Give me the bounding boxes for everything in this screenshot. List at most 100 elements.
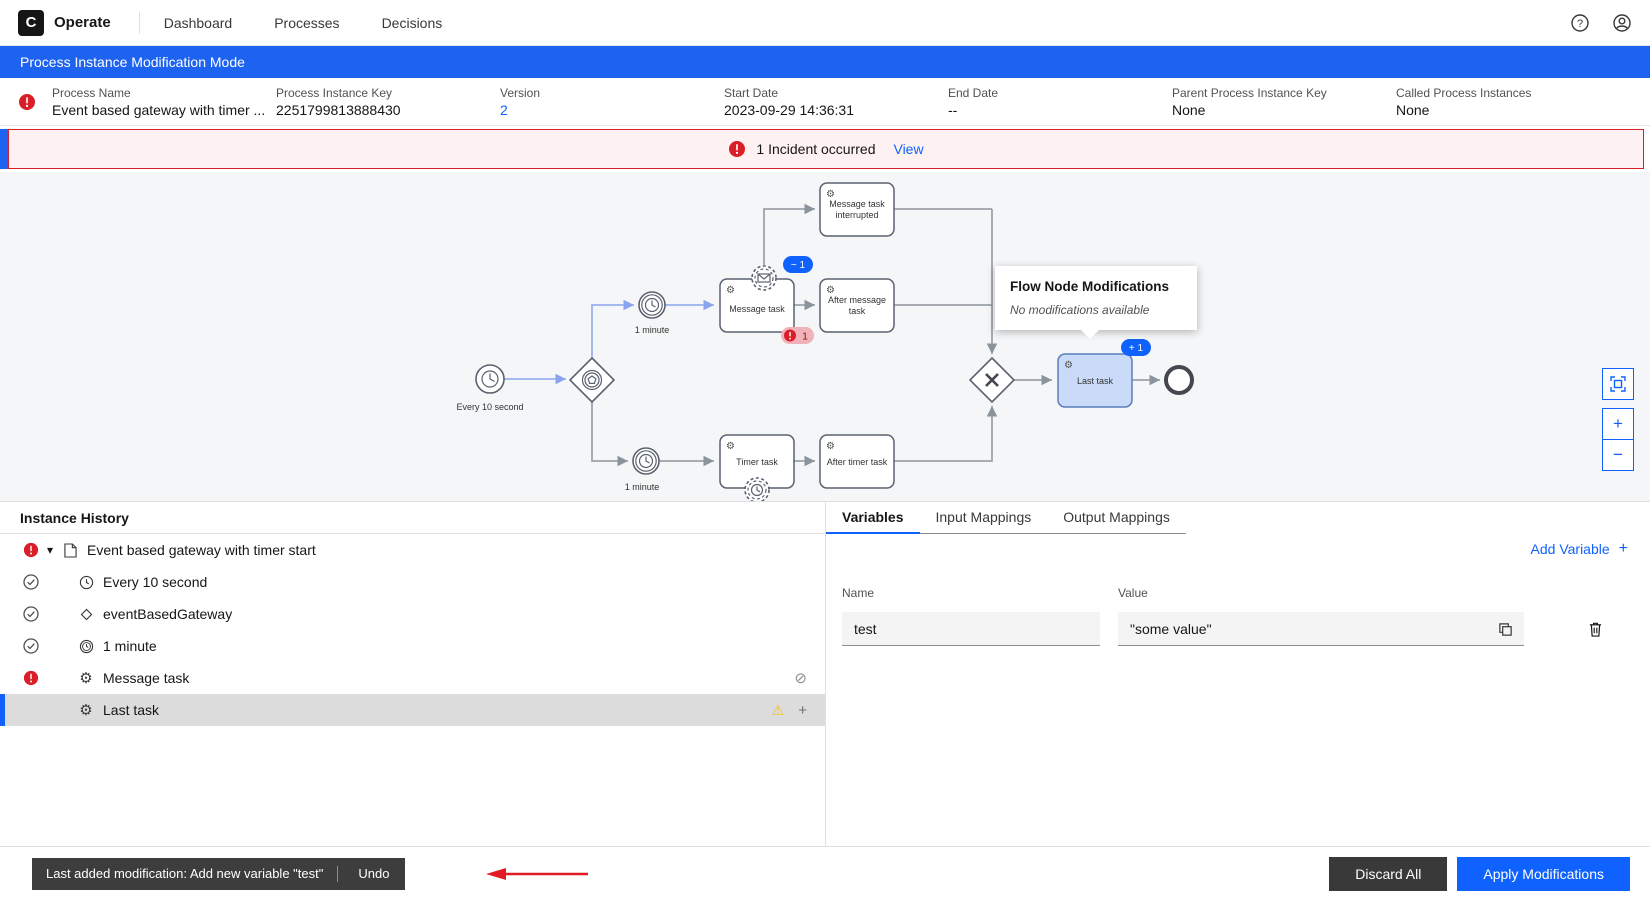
tooltip-message: No modifications available <box>1010 303 1182 317</box>
top-navbar: C Operate Dashboard Processes Decisions … <box>0 0 1650 46</box>
history-row-last-task[interactable]: ⚙ Last task ⚠ + <box>0 694 825 726</box>
history-row-event-based-gateway[interactable]: eventBasedGateway <box>0 598 825 630</box>
details-tabs: Variables Input Mappings Output Mappings <box>826 502 1650 534</box>
end-event[interactable] <box>1166 367 1192 393</box>
timer-event-icon <box>76 639 96 654</box>
details-panel: Variables Input Mappings Output Mappings… <box>826 502 1650 846</box>
reset-diagram-button[interactable] <box>1602 368 1634 400</box>
task-after-timer-task[interactable]: ⚙ After timer task <box>820 435 894 488</box>
help-icon[interactable]: ? <box>1570 13 1590 33</box>
svg-text:+ 1: + 1 <box>1129 343 1144 354</box>
footer-actions: Discard All Apply Modifications <box>1329 857 1630 891</box>
variable-value-cell <box>1118 612 1524 646</box>
add-modification-icon[interactable]: + <box>798 702 807 719</box>
variables-table: Name Value <box>842 586 1634 646</box>
undo-button[interactable]: Undo <box>342 858 405 890</box>
field-value: 2023-09-29 14:36:31 <box>724 102 948 118</box>
service-task-icon: ⚙ <box>726 285 735 296</box>
plus-icon: + <box>1619 540 1628 558</box>
history-row-process[interactable]: ▾ Event based gateway with timer start <box>0 534 825 566</box>
incident-banner-row: 1 Incident occurred View <box>0 126 1650 172</box>
service-task-icon: ⚙ <box>76 701 96 719</box>
user-icon[interactable] <box>1612 13 1632 33</box>
incident-icon <box>728 140 746 158</box>
event-based-gateway[interactable] <box>570 358 614 402</box>
timer-top-label: 1 minute <box>635 325 670 335</box>
variable-value-input[interactable] <box>1118 612 1524 646</box>
chevron-down-icon[interactable]: ▾ <box>40 543 60 557</box>
tab-variables[interactable]: Variables <box>826 502 920 534</box>
incident-text: 1 Incident occurred <box>756 141 875 157</box>
row-actions: ⚠ + <box>772 702 807 719</box>
service-task-icon: ⚙ <box>76 669 96 687</box>
operate-app: C Operate Dashboard Processes Decisions … <box>0 0 1650 900</box>
field-value: 2251799813888430 <box>276 102 500 118</box>
svg-text:− 1: − 1 <box>791 260 806 271</box>
version-link[interactable]: 2 <box>500 102 724 118</box>
nav-item-dashboard[interactable]: Dashboard <box>164 15 233 31</box>
modification-toast: Last added modification: Add new variabl… <box>32 858 405 890</box>
timer-event-bottom[interactable] <box>633 448 659 474</box>
bpmn-diagram: Every 10 second 1 minute ⚙ Message tas <box>0 172 1650 502</box>
field-label: Parent Process Instance Key <box>1172 86 1396 100</box>
history-row-message-task[interactable]: ⚙ Message task ⊘ <box>0 662 825 694</box>
message-boundary-event[interactable] <box>752 266 776 290</box>
flow-node-modifications-tooltip: Flow Node Modifications No modifications… <box>995 266 1197 330</box>
reset-diagram-icon <box>1609 375 1627 393</box>
svg-text:?: ? <box>1577 18 1583 30</box>
after-timer-task-label: After timer task <box>827 457 888 467</box>
diagram-controls: + − <box>1602 368 1634 471</box>
task-after-message-task[interactable]: ⚙ After message task <box>820 279 894 332</box>
nav-item-decisions[interactable]: Decisions <box>382 15 443 31</box>
start-event-timer[interactable] <box>476 365 504 393</box>
message-task-interrupted-label-2: interrupted <box>835 210 878 220</box>
task-last-task[interactable]: ⚙ Last task <box>1058 354 1132 407</box>
nav-right: ? <box>1570 13 1632 33</box>
timer-event-top[interactable] <box>639 292 665 318</box>
history-row-every-10-second[interactable]: Every 10 second <box>0 566 825 598</box>
nav-divider <box>139 12 140 34</box>
field-called-process-instances: Called Process Instances None <box>1396 86 1620 118</box>
bpmn-diagram-panel: Every 10 second 1 minute ⚙ Message tas <box>0 172 1650 502</box>
timer-boundary-event[interactable] <box>745 478 769 502</box>
field-label: Start Date <box>724 86 948 100</box>
nav-item-processes[interactable]: Processes <box>274 15 339 31</box>
history-row-1-minute[interactable]: 1 minute <box>0 630 825 662</box>
apply-modifications-button[interactable]: Apply Modifications <box>1457 857 1630 891</box>
field-parent-process-instance-key: Parent Process Instance Key None <box>1172 86 1396 118</box>
field-value: None <box>1172 102 1396 118</box>
discard-all-button[interactable]: Discard All <box>1329 857 1447 891</box>
incident-view-link[interactable]: View <box>893 141 923 157</box>
incident-icon <box>22 542 40 558</box>
bottom-panels: Instance History ▾ Event based gateway w… <box>0 502 1650 846</box>
add-variable-button[interactable]: Add Variable + <box>1531 540 1628 558</box>
exclusive-gateway[interactable] <box>970 358 1014 402</box>
tooltip-title: Flow Node Modifications <box>1010 279 1182 294</box>
delete-variable-button[interactable] <box>1582 616 1608 642</box>
after-message-task-label-2: task <box>849 306 866 316</box>
field-value: None <box>1396 102 1620 118</box>
task-message-task-interrupted[interactable]: ⚙ Message task interrupted <box>820 183 894 236</box>
column-header-name: Name <box>842 586 1118 600</box>
field-start-date: Start Date 2023-09-29 14:36:31 <box>724 86 948 118</box>
service-task-icon: ⚙ <box>1064 360 1073 371</box>
zoom-out-button[interactable]: − <box>1602 439 1634 471</box>
completed-icon <box>22 606 40 622</box>
process-icon <box>60 543 80 558</box>
copy-icon[interactable] <box>1492 617 1518 641</box>
field-label: Process Instance Key <box>276 86 500 100</box>
tab-output-mappings[interactable]: Output Mappings <box>1047 502 1186 534</box>
history-row-label: Message task <box>103 670 189 686</box>
field-value: -- <box>948 102 1172 118</box>
not-allowed-icon: ⊘ <box>794 669 807 687</box>
service-task-icon: ⚙ <box>826 441 835 452</box>
field-label: End Date <box>948 86 1172 100</box>
tab-input-mappings[interactable]: Input Mappings <box>920 502 1048 534</box>
zoom-in-button[interactable]: + <box>1602 408 1634 440</box>
variable-name-input[interactable] <box>842 612 1100 646</box>
field-end-date: End Date -- <box>948 86 1172 118</box>
modification-mode-banner: Process Instance Modification Mode <box>0 46 1650 78</box>
incident-banner: 1 Incident occurred View <box>8 129 1644 169</box>
incident-state-icon <box>18 93 36 111</box>
flow-after-timer-to-gateway-bottom <box>894 406 992 461</box>
